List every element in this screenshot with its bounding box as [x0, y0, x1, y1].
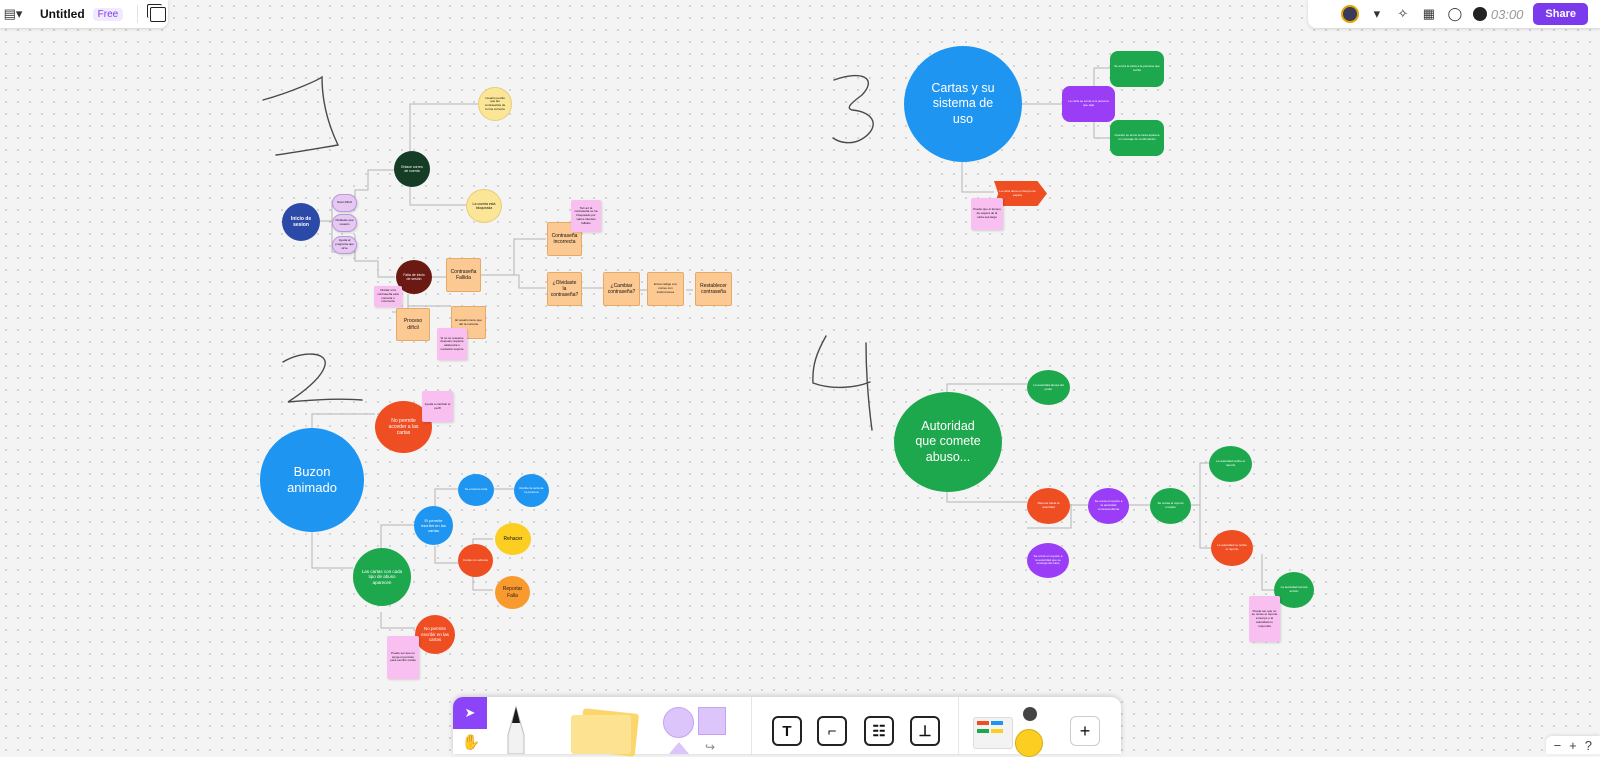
- map2-root-node[interactable]: Buzon animado: [260, 428, 364, 532]
- map4-root-node[interactable]: Autoridad que comete abuso...: [894, 392, 1002, 492]
- stamp-tool-icon[interactable]: ⊥: [910, 716, 940, 746]
- map2-sub-red[interactable]: Cartas con abusos: [458, 544, 493, 577]
- map3-purple-node[interactable]: La carta se envía a la persona que elija: [1062, 86, 1115, 122]
- widgets-tool-icon[interactable]: [973, 707, 1048, 757]
- zoom-controls: − + ?: [1545, 736, 1600, 754]
- map1-option-b[interactable]: Olvidaste que usuario: [332, 214, 357, 232]
- map2-lower-branch[interactable]: Las cartas con cada tipo de abuso aparec…: [353, 548, 411, 606]
- help-button[interactable]: ?: [1585, 738, 1592, 753]
- map3-green-top[interactable]: Se envía la carta a la persona que recib…: [1110, 51, 1164, 87]
- map1-send-code-box[interactable]: Envió código a tu correo con instruccion…: [647, 272, 684, 306]
- map1-option-c[interactable]: Ayuda al programa que sirve: [332, 236, 357, 254]
- map4-red-node[interactable]: Reporte hacia la autoridad: [1027, 488, 1070, 524]
- map2-rehacer-node[interactable]: Rehacer: [495, 523, 531, 555]
- map1-note-left[interactable]: Olvidar si la contraseña esta correcta o…: [374, 286, 402, 307]
- map2-bottom-red[interactable]: No permite escribir en las cartas: [415, 615, 455, 654]
- map4-green-mid[interactable]: Se revisa el reporte enviado: [1150, 488, 1191, 524]
- map4-purple-bottom[interactable]: Se envía un reporte a la autoridad que s…: [1027, 543, 1069, 578]
- map3-green-bottom[interactable]: Cuando se envíe la carta aparece un mens…: [1110, 120, 1164, 156]
- map1-note-bottom[interactable]: Si no se resuelve después requiere asist…: [437, 328, 467, 360]
- map1-upper-branch[interactable]: Enlace correo de cuenta: [394, 151, 430, 187]
- map3-note[interactable]: Puede que el tiempo de espera de la cart…: [971, 198, 1003, 230]
- pen-tool-icon[interactable]: [502, 705, 530, 754]
- sticky-note-tool-icon[interactable]: [571, 708, 641, 757]
- map4-green-right[interactable]: La autoridad recibe el reporte: [1209, 446, 1252, 482]
- map2-reportar-node[interactable]: Reportar Falla: [495, 576, 530, 609]
- map4-purple-node[interactable]: Se envía el reporte a la autoridad corre…: [1088, 488, 1129, 524]
- map2-blue-leaf-1[interactable]: Se envía la carta: [458, 474, 494, 506]
- map1-wrong-password-box[interactable]: Contraseña Fallida: [446, 258, 481, 292]
- zoom-in-button[interactable]: +: [1569, 738, 1577, 753]
- toolbar-divider: [958, 697, 959, 754]
- shapes-tool-icon[interactable]: ↪: [663, 707, 727, 754]
- map4-note[interactable]: Puede ser que no se revise el reporte a …: [1249, 596, 1280, 642]
- select-tool-icon[interactable]: ➤: [453, 697, 487, 729]
- map2-sub-blue[interactable]: El permite escribir en las cartas: [414, 506, 453, 545]
- map1-upper-leaf-1[interactable]: Usuario perdió que las contraseñas de fo…: [478, 87, 512, 121]
- map2-bottom-note[interactable]: Puede ser que no tenga el permiso para e…: [387, 636, 419, 679]
- table-tool-icon[interactable]: ☷: [864, 716, 894, 746]
- map2-blue-leaf-2[interactable]: Recibe la carta de la persona: [514, 474, 549, 507]
- connectors-layer: [262, 67, 1274, 629]
- zoom-out-button[interactable]: −: [1554, 738, 1562, 753]
- map4-red-right[interactable]: La autoridad no recibe el reporte: [1211, 530, 1253, 566]
- toolbar-divider: [751, 697, 752, 754]
- map4-top-green[interactable]: La autoridad abusa del poder: [1027, 370, 1070, 405]
- map1-proceso-box[interactable]: Proceso difícil: [396, 308, 430, 341]
- whiteboard-canvas[interactable]: 1 2 3 4 Inicio de sesion Nivel Difícil O…: [0, 0, 1600, 754]
- section-tool-icon[interactable]: ⌐: [817, 716, 847, 746]
- map3-root-node[interactable]: Cartas y su sistema de uso: [904, 46, 1022, 162]
- hand-tool-icon[interactable]: ✋: [461, 732, 481, 752]
- map1-note-top[interactable]: Tal vez la contraseña se ha bloqueado po…: [571, 200, 601, 232]
- creation-toolbar: ➤ ✋ ↪ T ⌐ ☷ ⊥ +: [453, 697, 1121, 757]
- map1-reset-password-box[interactable]: Restablecer contraseña: [695, 272, 732, 306]
- map1-change-password-box[interactable]: ¿Cambiar contraseña?: [603, 272, 640, 306]
- map1-upper-leaf-2[interactable]: La cuenta está bloqueada: [466, 189, 502, 223]
- map4-green-far[interactable]: La autoridad tomará acción: [1274, 572, 1314, 608]
- add-more-button[interactable]: +: [1070, 716, 1100, 746]
- map1-option-a[interactable]: Nivel Difícil: [332, 194, 357, 212]
- text-tool-icon[interactable]: T: [772, 716, 802, 746]
- map2-top-note[interactable]: Ayuda a cambiar el perfil: [422, 391, 453, 422]
- map1-root-node[interactable]: Inicio de sesion: [282, 203, 320, 241]
- map1-forgot-password-box[interactable]: ¿Olvidaste la contraseña?: [547, 272, 582, 306]
